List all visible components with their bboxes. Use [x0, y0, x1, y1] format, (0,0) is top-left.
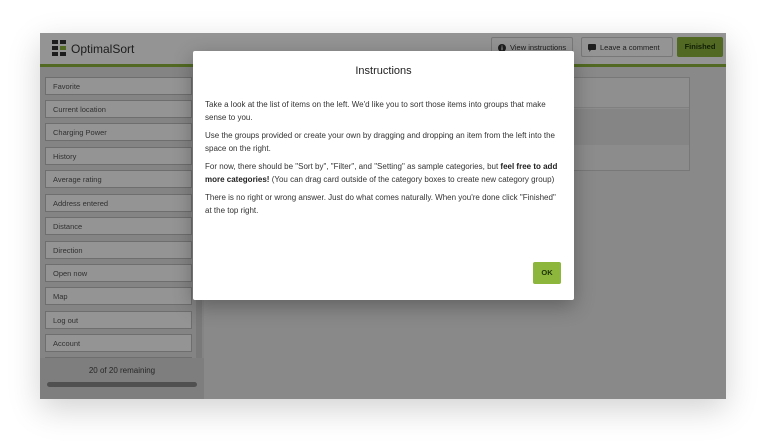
- instruction-text: (You can drag card outside of the catego…: [269, 174, 555, 184]
- instruction-paragraph: Take a look at the list of items on the …: [205, 100, 546, 122]
- instruction-text: For now, there should be "Sort by", "Fil…: [205, 162, 501, 171]
- ok-button[interactable]: OK: [533, 262, 561, 284]
- instruction-paragraph: There is no right or wrong answer. Just …: [205, 193, 556, 215]
- instruction-paragraph: Use the groups provided or create your o…: [205, 131, 555, 153]
- instruction-paragraph: For now, there should be "Sort by", "Fil…: [205, 161, 563, 186]
- instructions-modal: Instructions Take a look at the list of …: [193, 51, 574, 300]
- modal-title: Instructions: [355, 65, 412, 77]
- modal-body: Take a look at the list of items on the …: [205, 99, 563, 223]
